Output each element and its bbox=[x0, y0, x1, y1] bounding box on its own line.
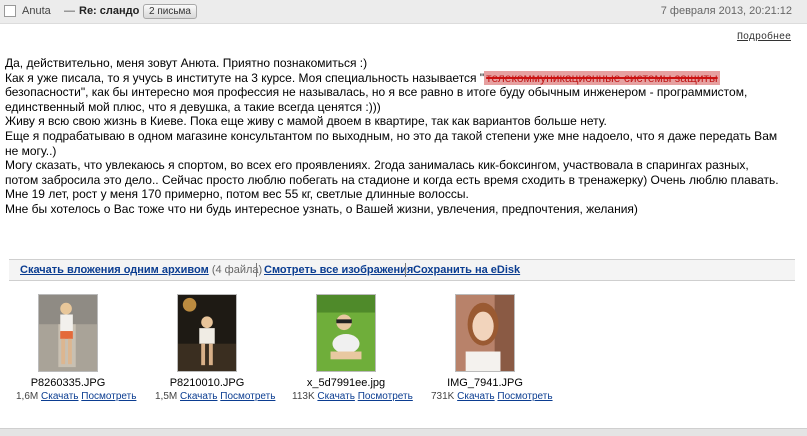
attachment-view-link[interactable]: Посмотреть bbox=[497, 391, 552, 402]
select-checkbox[interactable] bbox=[4, 5, 16, 17]
body-line: Еще я подрабатываю в одном магазине конс… bbox=[5, 128, 778, 143]
body-line: единственный мой плюс, что я девушка, а … bbox=[5, 99, 381, 114]
attachments-toolbar: Скачать вложения одним архивом (4 файла)… bbox=[9, 259, 795, 281]
toolbar-divider bbox=[405, 263, 406, 277]
attachment-thumbnail[interactable] bbox=[455, 294, 515, 372]
attachment-view-link[interactable]: Посмотреть bbox=[81, 391, 136, 402]
details-link[interactable]: Подробнее bbox=[737, 32, 791, 43]
redacted-specialty: телекоммуникационные системы защиты bbox=[484, 70, 720, 85]
photo-girl-white-top-icon bbox=[39, 295, 97, 371]
body-line: безопасности", как бы интересно моя проф… bbox=[5, 85, 748, 100]
save-to-edisk-link[interactable]: Сохранить на eDisk bbox=[413, 264, 520, 276]
thread-count-badge[interactable]: 2 письма bbox=[143, 4, 197, 19]
file-count: (4 файла) bbox=[211, 264, 263, 276]
attachment-size: 731K bbox=[431, 391, 455, 402]
message-header: Anuta — Re: сландо 2 письма 7 февраля 20… bbox=[0, 0, 807, 24]
download-all-link[interactable]: Скачать вложения одним архивом bbox=[20, 264, 209, 276]
attachment-meta: 1,6M Скачать Посмотреть bbox=[16, 391, 136, 402]
download-all-group: Скачать вложения одним архивом (4 файла) bbox=[20, 264, 262, 276]
attachment-thumbnail[interactable] bbox=[38, 294, 98, 372]
bottom-toolbar bbox=[0, 428, 807, 436]
body-line: Могу сказать, что увлекаюсь я спортом, в… bbox=[5, 158, 749, 173]
subject[interactable]: Re: сландо bbox=[79, 5, 139, 17]
attachment-download-link[interactable]: Скачать bbox=[317, 391, 355, 402]
attachment-meta: 113K Скачать Посмотреть bbox=[292, 391, 413, 402]
photo-girl-portrait-icon bbox=[456, 295, 514, 371]
body-line: Мне 19 лет, рост у меня 170 примерно, по… bbox=[5, 187, 469, 202]
body-line-text: Как я уже писала, то я учусь в институте… bbox=[5, 70, 485, 85]
attachment-filename: P8260335.JPG bbox=[30, 377, 106, 389]
attachment-thumbnail[interactable] bbox=[177, 294, 237, 372]
attachment-size: 1,6M bbox=[16, 391, 39, 402]
attachment-download-link[interactable]: Скачать bbox=[457, 391, 495, 402]
body-line: Как я уже писала, то я учусь в институте… bbox=[5, 70, 795, 86]
sender-name[interactable]: Anuta bbox=[22, 5, 51, 17]
attachment-view-link[interactable]: Посмотреть bbox=[220, 391, 275, 402]
attachment-filename: IMG_7941.JPG bbox=[447, 377, 523, 389]
body-line: Живу я всю свою жизнь в Киеве. Пока еще … bbox=[5, 114, 607, 129]
body-line: Мне бы хотелось о Вас тоже что ни будь и… bbox=[5, 201, 638, 216]
body-line: не могу..) bbox=[5, 143, 57, 158]
attachment-download-link[interactable]: Скачать bbox=[41, 391, 79, 402]
message-date: 7 февраля 2013, 20:21:12 bbox=[660, 5, 792, 17]
header-dash: — bbox=[64, 5, 75, 17]
body-line: потом забросила это дело.. Сейчас просто… bbox=[5, 172, 779, 187]
attachment-size: 1,5M bbox=[155, 391, 178, 402]
message-body: Да, действительно, меня зовут Анюта. При… bbox=[5, 56, 795, 217]
attachment-meta: 731K Скачать Посмотреть bbox=[431, 391, 553, 402]
photo-girl-grass-icon bbox=[317, 295, 375, 371]
attachment-thumbnail[interactable] bbox=[316, 294, 376, 372]
toolbar-divider bbox=[256, 263, 257, 277]
photo-girl-night-icon bbox=[178, 295, 236, 371]
attachment-filename: x_5d7991ee.jpg bbox=[306, 377, 386, 389]
attachment-filename: P8210010.JPG bbox=[169, 377, 245, 389]
attachment-size: 113K bbox=[292, 391, 315, 402]
attachment-meta: 1,5M Скачать Посмотреть bbox=[155, 391, 275, 402]
attachment-view-link[interactable]: Посмотреть bbox=[358, 391, 413, 402]
attachment-download-link[interactable]: Скачать bbox=[180, 391, 218, 402]
body-line: Да, действительно, меня зовут Анюта. При… bbox=[5, 56, 368, 70]
view-all-images-link[interactable]: Смотреть все изображения bbox=[264, 264, 413, 276]
